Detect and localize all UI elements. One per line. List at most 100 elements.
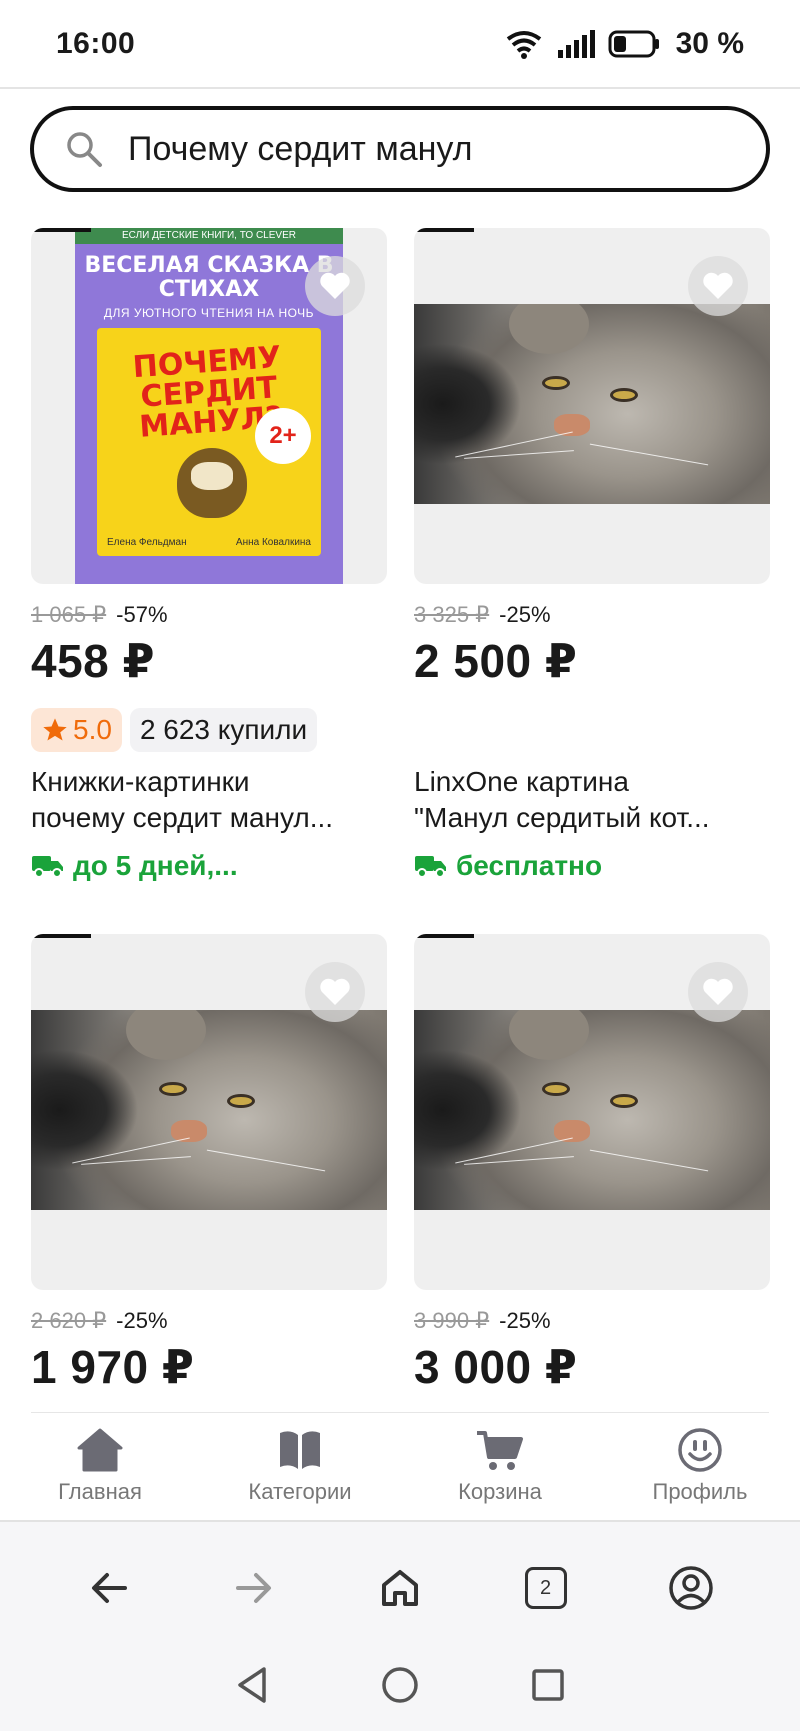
price: 1 970 ₽ [31,1341,195,1393]
status-time: 16:00 [56,27,136,60]
battery-percent: 30 % [675,27,744,60]
old-price: 3 990 ₽ [414,1308,490,1333]
product-card[interactable]: 3 325 ₽ -25% 2 500 ₽ LinxOne картина "Ма… [414,228,770,882]
product-card[interactable]: ЕСЛИ ДЕТСКИЕ КНИГИ, ТО CLEVER ВЕСЕЛАЯ СК… [31,228,387,882]
product-image[interactable]: ЕСЛИ ДЕТСКИЕ КНИГИ, ТО CLEVER ВЕСЕЛАЯ СК… [31,228,387,584]
home-icon [77,1428,123,1472]
book-author: Елена Фельдман [107,537,187,548]
product-image[interactable] [414,934,770,1290]
bought-count: 2 623 купили [129,708,318,752]
manul-photo [414,1010,770,1210]
product-title-line: Книжки-картинки [31,766,250,797]
battery-icon [608,30,660,58]
square-recents-icon [532,1668,564,1701]
account-icon [669,1566,713,1610]
triangle-back-icon [238,1666,266,1703]
favorite-button[interactable] [688,256,748,316]
price: 458 ₽ [31,635,156,687]
price: 2 500 ₽ [414,635,578,687]
price-row: 2 620 ₽ -25% [31,1308,387,1338]
book-authors: Елена Фельдман Анна Ковалкина [107,537,311,548]
forward-button[interactable] [214,1548,294,1628]
arrow-left-icon [91,1573,127,1603]
product-card[interactable]: 3 990 ₽ -25% 3 000 ₽ [414,934,770,1394]
nav-label: Корзина [458,1479,542,1504]
search-icon [67,132,102,167]
system-nav-bar [0,1652,800,1722]
system-back-button[interactable] [234,1665,270,1710]
favorite-button[interactable] [688,962,748,1022]
status-divider [0,87,800,89]
nav-item-profile[interactable]: Профиль [600,1416,800,1516]
nav-item-categories[interactable]: Категории [200,1416,400,1516]
book-top-label: ЕСЛИ ДЕТСКИЕ КНИГИ, ТО CLEVER [75,228,343,244]
nav-label: Главная [58,1479,142,1504]
tab-count: 2 [524,1567,567,1609]
cart-icon [477,1431,523,1470]
smiley-icon [678,1428,722,1472]
discount: -25% [499,602,551,627]
image-progress-indicator [31,934,91,938]
heart-icon [320,978,350,1005]
favorite-button[interactable] [305,962,365,1022]
book-title: ВЕСЕЛАЯ СКАЗКА В СТИХАХ [84,253,334,302]
product-image[interactable] [31,934,387,1290]
badges-row [414,708,770,752]
discount: -25% [499,1308,551,1333]
badges-row: 5.0 2 623 купили [31,708,387,752]
browser-controls: 2 [0,1548,800,1628]
search-input[interactable]: Почему сердит манул [30,106,770,192]
product-title-line: "Манул сердитый кот... [414,802,710,833]
product-title[interactable]: LinxOne картина "Манул сердитый кот... [414,764,770,836]
search-query: Почему сердит манул [128,129,473,168]
manul-photo [414,304,770,504]
system-recents-button[interactable] [530,1667,566,1708]
price-row: 3 325 ₽ -25% [414,602,770,632]
account-button[interactable] [651,1548,731,1628]
price-row: 1 065 ₽ -57% [31,602,387,632]
browser-home-button[interactable] [360,1548,440,1628]
nav-item-home[interactable]: Главная [0,1416,200,1516]
heart-icon [703,978,733,1005]
book-subtitle: ДЛЯ УЮТНОГО ЧТЕНИЯ НА НОЧЬ [103,306,315,320]
manul-illustration [177,448,247,518]
rating-value: 5.0 [73,714,112,745]
nav-label: Профиль [652,1479,748,1504]
nav-label: Категории [248,1479,352,1504]
back-button[interactable] [69,1548,149,1628]
product-title-line: LinxOne картина [414,766,629,797]
product-image[interactable] [414,228,770,584]
product-title[interactable]: Книжки-картинки почему сердит манул... [31,764,387,836]
manul-photo [31,1010,387,1210]
heart-icon [320,272,350,299]
old-price: 3 325 ₽ [414,602,490,627]
delivery-info: бесплатно [414,850,770,882]
heart-icon [703,272,733,299]
product-card[interactable]: 2 620 ₽ -25% 1 970 ₽ [31,934,387,1394]
circle-home-icon [382,1666,418,1703]
delivery-info: до 5 дней,... [31,850,387,882]
old-price: 1 065 ₽ [31,602,107,627]
discount: -57% [116,602,168,627]
system-home-button[interactable] [380,1665,420,1710]
truck-icon [415,856,446,878]
price: 3 000 ₽ [414,1341,578,1393]
favorite-button[interactable] [305,256,365,316]
tabs-button[interactable]: 2 [506,1548,586,1628]
rating-badge: 5.0 [31,708,122,752]
delivery-text: до 5 дней,... [73,850,238,881]
truck-icon [32,856,63,878]
wifi-icon [504,29,544,59]
arrow-right-icon [236,1573,272,1603]
browser-toolbar: 2 [0,1520,800,1731]
book-author: Анна Ковалкина [235,537,311,548]
app-nav-divider [31,1412,769,1413]
image-progress-indicator [414,934,474,938]
price-row: 3 990 ₽ -25% [414,1308,770,1338]
book-cover-image: ЕСЛИ ДЕТСКИЕ КНИГИ, ТО CLEVER ВЕСЕЛАЯ СК… [75,228,343,584]
old-price: 2 620 ₽ [31,1308,107,1333]
book-age-badge: 2+ [255,408,311,464]
nav-item-cart[interactable]: Корзина [400,1416,600,1516]
discount: -25% [116,1308,168,1333]
status-bar: 16:00 30 % [0,0,800,88]
